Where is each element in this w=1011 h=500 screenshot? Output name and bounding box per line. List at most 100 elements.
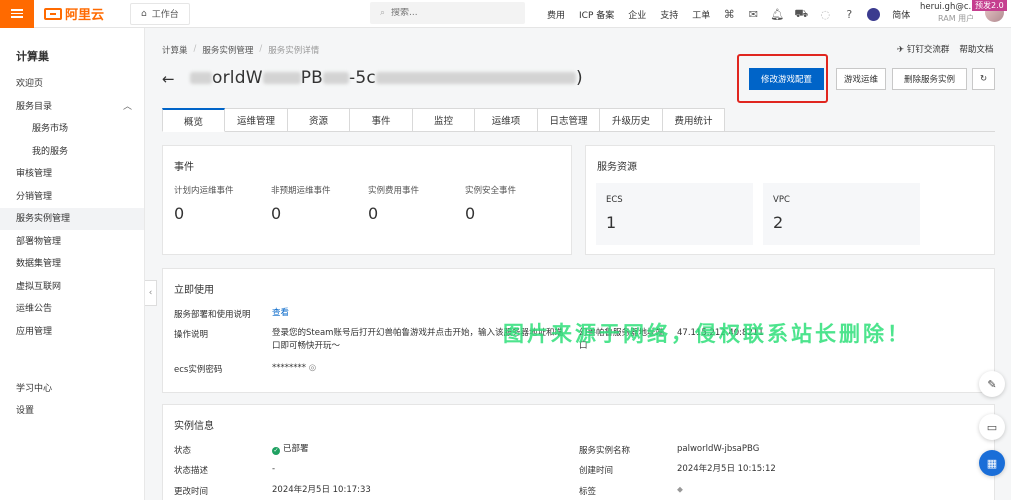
update-time-value: 2024年2月5日 10:17:33 [272,485,371,495]
created-time-label: 创建时间 [579,466,614,476]
events-card: 事件 计划内运维事件 0 非预期运维事件 0 实例费用事件 0 实例安全事件 0 [162,145,572,255]
resource-ecs[interactable]: ECS 1 [596,183,753,245]
user-role: RAM 用户 [938,14,975,23]
nav-support[interactable]: 支持 [653,8,685,21]
bell-icon[interactable]: 🔔︎ [765,8,789,21]
aliyun-logo-icon [44,7,62,20]
prerelease-badge: 预发2.0 [972,0,1007,11]
status-label: 状态 [174,446,192,456]
back-arrow-icon[interactable]: ← [162,70,175,88]
menu-icon[interactable] [0,0,34,28]
redacted-block [323,72,350,84]
nav-icp[interactable]: ICP 备案 [572,8,621,21]
header-links: ✈ 钉钉交流群 帮助文档 [897,43,993,55]
sidebar-item-catalog[interactable]: 服务目录 ︿ [0,96,144,118]
tab-logs[interactable]: 日志管理 [538,108,600,132]
dingtalk-icon: ✈ [897,45,905,55]
sidebar-item-ops-notice[interactable]: 运维公告 [0,298,144,320]
help-icon[interactable]: ? [837,8,861,21]
sidebar-item-market[interactable]: 服务市场 [0,118,144,140]
doc-view-link[interactable]: 查看 [272,307,289,320]
metric-value[interactable]: 0 [368,204,378,223]
breadcrumb-item: 服务实例详情 [268,46,320,56]
tag-icon[interactable]: ⬥ [677,484,683,497]
sidebar-item-settings[interactable]: 设置 [0,400,144,422]
sidebar-item-virtual-network[interactable]: 虚拟互联网 [0,276,144,298]
instance-title: 实例信息 [174,421,214,432]
sidebar-item-artifacts[interactable]: 部署物管理 [0,231,144,253]
delete-instance-button[interactable]: 删除服务实例 [892,68,967,90]
sidebar-item-datasets[interactable]: 数据集管理 [0,253,144,275]
sidebar-collapse-button[interactable]: ‹ [145,280,157,306]
metric-value[interactable]: 0 [271,204,281,223]
page-title: orldW PB -5c) [190,68,583,88]
chevron-up-icon: ︿ [122,102,132,112]
sidebar-item-my-services[interactable]: 我的服务 [0,141,144,163]
redacted-block [375,72,576,84]
grid-icon: ▦ [986,456,998,470]
tab-ops-management[interactable]: 运维管理 [225,108,288,132]
sidebar-item-welcome[interactable]: 欢迎页 [0,73,144,95]
search-input[interactable] [391,8,502,18]
cloudshell-icon[interactable]: ⌘ [717,8,741,21]
tag-label: 标签 [579,487,597,497]
dingtalk-link[interactable]: ✈ 钉钉交流群 [897,43,949,55]
metric-label: 实例费用事件 [368,186,420,196]
nav-ticket[interactable]: 工单 [685,8,717,21]
game-ops-button[interactable]: 游戏运维 [836,68,886,90]
metric-label: 实例安全事件 [465,186,517,196]
breadcrumb-item[interactable]: 服务实例管理 [202,44,253,56]
sidebar-title: 计算巢 [16,50,49,63]
apps-float-button[interactable]: ▦ [979,450,1005,476]
resources-card: 服务资源 ECS 1 VPC 2 [585,145,995,255]
breadcrumb-item[interactable]: 计算巢 [162,44,188,56]
redacted-block [190,72,212,84]
status-desc-value: - [272,464,276,474]
redacted-block [262,72,301,84]
user-info[interactable]: herui.gh@c... RAM 用户 [920,2,977,24]
cart-icon[interactable]: ⛟ [789,7,813,22]
aliyun-logo[interactable]: 阿里云 [44,4,122,23]
sidebar-item-learning[interactable]: 学习中心 [0,378,144,400]
pwd-field: ******** ◎ [272,363,317,373]
chat-float-button[interactable]: ▭ [979,414,1005,440]
update-time-label: 更改时间 [174,487,209,497]
tab-overview[interactable]: 概览 [162,108,225,132]
status-desc-label: 状态描述 [174,466,209,476]
workbench-button[interactable]: ⌂ 工作台 [130,2,190,25]
breadcrumb: 计算巢 / 服务实例管理 / 服务实例详情 [162,44,320,56]
resource-vpc[interactable]: VPC 2 [763,183,920,245]
tab-ops-items[interactable]: 运维项 [475,108,538,132]
nav-enterprise[interactable]: 企业 [621,8,653,21]
help-doc-link[interactable]: 帮助文档 [959,43,993,55]
sidebar-item-instance-management[interactable]: 服务实例管理 [0,208,144,230]
user-name: herui.gh@c... [920,2,977,12]
globe-icon[interactable] [861,7,885,21]
nav-billing[interactable]: 费用 [540,8,572,21]
status-badge: ✓ 已部署 [272,444,309,455]
message-icon[interactable]: ✉ [741,8,765,21]
instance-name-value: palworldW-jbsaPBG [677,444,760,454]
instance-name-label: 服务实例名称 [579,446,631,456]
metric-value[interactable]: 0 [174,204,184,223]
lightbulb-icon[interactable]: ◌ [813,8,837,21]
search-box[interactable]: ⌕ [370,2,525,24]
refresh-icon: ↻ [979,74,988,84]
tab-monitoring[interactable]: 监控 [413,108,475,132]
edit-float-button[interactable]: ✎ [979,371,1005,397]
pwd-label: ecs实例密码 [174,365,223,375]
tab-cost-stats[interactable]: 费用统计 [663,108,725,132]
sidebar-item-app-management[interactable]: 应用管理 [0,321,144,343]
eye-icon[interactable]: ◎ [309,363,316,373]
sidebar-item-review[interactable]: 审核管理 [0,163,144,185]
sidebar-item-distribution[interactable]: 分销管理 [0,186,144,208]
top-nav: 费用 ICP 备案 企业 支持 工单 ⌘ ✉ 🔔︎ ⛟ ◌ ? 简体 [540,0,917,28]
metric-value[interactable]: 0 [465,204,475,223]
tab-events[interactable]: 事件 [350,108,413,132]
tab-upgrade-history[interactable]: 升级历史 [600,108,663,132]
doc-label: 服务部署和使用说明 [174,310,251,320]
tab-resources[interactable]: 资源 [288,108,350,132]
check-circle-icon: ✓ [272,447,280,455]
language-switch[interactable]: 简体 [885,8,917,21]
refresh-button[interactable]: ↻ [972,68,995,90]
